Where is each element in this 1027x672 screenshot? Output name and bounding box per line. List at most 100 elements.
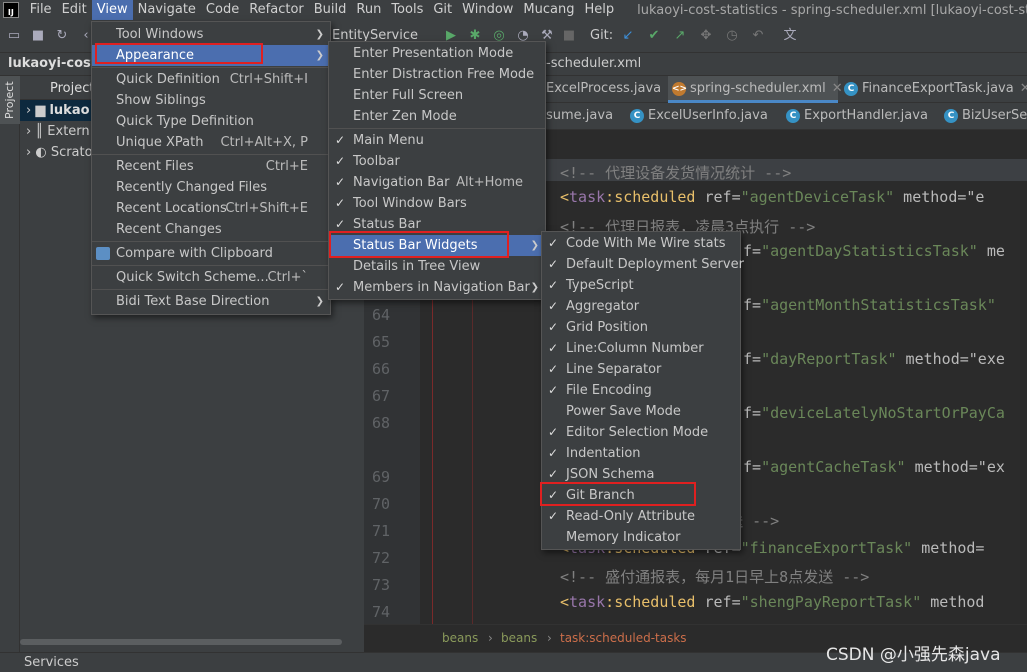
sync-icon[interactable]: ↻ [54,28,70,44]
menu-item-default-deployment-server[interactable]: ✓ Default Deployment Server [542,254,744,275]
open-folder-icon[interactable]: ▭ [6,28,22,44]
save-icon[interactable]: ■ [30,28,46,44]
menu-item-navigation-bar[interactable]: ✓ Navigation Bar Alt+Home [329,172,545,193]
menu-item-recent-locations[interactable]: Recent Locations Ctrl+Shift+E [92,198,330,219]
compare-icon [96,247,110,260]
breadcrumb-file[interactable]: -scheduler.xml [546,56,641,71]
editor-tab[interactable]: CBizUserServ [940,103,1027,130]
breadcrumb-item[interactable]: beans [501,631,537,645]
git-compare-icon[interactable]: ✥ [698,28,714,44]
menu-item-tool-windows[interactable]: Tool Windows ❯ [92,24,330,45]
git-commit-icon[interactable]: ✔ [646,28,662,44]
menu-git[interactable]: Git [428,0,457,20]
left-tool-window-bar: Project [0,76,20,652]
menu-item-tool-window-bars[interactable]: ✓ Tool Window Bars [329,193,545,214]
menu-item-label: Editor Selection Mode [566,425,709,440]
editor-tab[interactable]: C ExcelUserInfo.java [626,103,768,130]
menu-item-quick-type-definition[interactable]: Quick Type Definition [92,111,330,132]
close-tab-icon[interactable]: ✕ [1020,81,1027,96]
menu-item-read-only-attribute[interactable]: ✓ Read-Only Attribute [542,506,740,527]
menu-item-recently-changed-files[interactable]: Recently Changed Files [92,177,330,198]
menu-item-code-with-me-wire-stats[interactable]: ✓ Code With Me Wire stats [542,233,740,254]
menu-item-grid-position[interactable]: ✓ Grid Position [542,317,740,338]
checkmark-icon: ✓ [548,236,559,250]
breadcrumb-item[interactable]: beans [442,631,478,645]
git-rollback-icon[interactable]: ↶ [750,28,766,44]
menu-build[interactable]: Build [309,0,352,20]
menu-item-quick-definition[interactable]: Quick Definition Ctrl+Shift+I [92,69,330,90]
menu-item-details-in-tree-view[interactable]: Details in Tree View [329,256,545,277]
git-update-icon[interactable]: ↙ [620,28,636,44]
menu-item-recent-changes[interactable]: Recent Changes [92,219,330,240]
stop-icon[interactable]: ■ [561,28,577,44]
menu-item-shortcut: Ctrl+Alt+X, P [220,135,308,150]
menu-navigate[interactable]: Navigate [133,0,201,20]
menu-item-members-in-navigation-bar[interactable]: ✓ Members in Navigation Bar ❯ [329,277,545,298]
menu-item-bidi-text-base-direction[interactable]: Bidi Text Base Direction ❯ [92,291,330,312]
scratch-icon: › ◐ [26,145,51,160]
menu-refactor[interactable]: Refactor [244,0,309,20]
menu-item-git-branch[interactable]: ✓ Git Branch [542,485,740,506]
scrollbar-thumb[interactable] [20,639,342,645]
menu-item-label: Line:Column Number [566,341,704,356]
status-bar-widgets-submenu: ✓ Code With Me Wire stats ✓ Default Deploym… [541,231,744,550]
menu-item-line-column-number[interactable]: ✓ Line:Column Number [542,338,740,359]
breadcrumb-item[interactable]: task:scheduled-tasks [560,631,687,645]
menu-item-editor-selection-mode[interactable]: ✓ Editor Selection Mode [542,422,740,443]
menu-item-appearance[interactable]: Appearance ❯ [92,45,330,66]
menu-file[interactable]: File [25,0,57,20]
translate-icon[interactable]: 文 [782,28,798,44]
menu-tools[interactable]: Tools [386,0,428,20]
menu-item-status-bar[interactable]: ✓ Status Bar [329,214,545,235]
menu-code[interactable]: Code [201,0,244,20]
menu-item-file-encoding[interactable]: ✓ File Encoding [542,380,740,401]
editor-tab[interactable]: C ExportHandler.java [782,103,928,130]
menu-item-typescript[interactable]: ✓ TypeScript [542,275,740,296]
editor-tab-active[interactable]: <> spring-scheduler.xml ✕ [668,76,843,103]
menu-item-json-schema[interactable]: ✓ JSON Schema [542,464,740,485]
appearance-submenu: Enter Presentation Mode Enter Distraction… [328,41,546,300]
menu-item-status-bar-widgets[interactable]: Status Bar Widgets ❯ [329,235,545,256]
menu-item-label: Members in Navigation Bar [353,280,530,295]
menu-item-line-separator[interactable]: ✓ Line Separator [542,359,740,380]
menu-item-enter-distraction-free-mode[interactable]: Enter Distraction Free Mode [329,64,545,85]
menu-item-power-save-mode[interactable]: Power Save Mode [542,401,740,422]
menu-item-show-siblings[interactable]: Show Siblings [92,90,330,111]
menu-item-label: Main Menu [353,133,424,148]
menu-item-toolbar[interactable]: ✓ Toolbar [329,151,545,172]
project-tool-tab[interactable]: Project [0,76,20,124]
menu-item-label: Indentation [566,446,641,461]
menu-item-indentation[interactable]: ✓ Indentation [542,443,740,464]
expand-arrow-icon[interactable]: › ▆ [26,103,49,118]
menu-item-label: Quick Switch Scheme... [116,270,269,285]
menu-window[interactable]: Window [457,0,518,20]
menu-item-enter-full-screen[interactable]: Enter Full Screen [329,85,545,106]
line-number: 68 [371,414,390,432]
line-number: 74 [371,603,390,621]
editor-tab[interactable]: C FinanceExportTask.java ✕ [840,76,1027,103]
menu-item-quick-switch-scheme[interactable]: Quick Switch Scheme... Ctrl+` [92,267,330,288]
git-history-icon[interactable]: ◷ [724,28,740,44]
menu-item-recent-files[interactable]: Recent Files Ctrl+E [92,156,330,177]
menu-view[interactable]: View [91,0,133,20]
menu-separator [92,67,330,68]
menu-item-main-menu[interactable]: ✓ Main Menu [329,130,545,151]
horizontal-scrollbar[interactable] [20,638,364,646]
menu-item-enter-zen-mode[interactable]: Enter Zen Mode [329,106,545,127]
menu-item-unique-xpath[interactable]: Unique XPath Ctrl+Alt+X, P [92,132,330,153]
menu-item-label: Status Bar Widgets [353,238,478,253]
menu-item-enter-presentation-mode[interactable]: Enter Presentation Mode [329,43,545,64]
services-tab[interactable]: Services [24,655,79,670]
checkmark-icon: ✓ [548,467,559,481]
menu-help[interactable]: Help [579,0,619,20]
menu-item-shortcut: Ctrl+E [265,159,308,174]
menu-item-aggregator[interactable]: ✓ Aggregator [542,296,740,317]
git-push-icon[interactable]: ↗ [672,28,688,44]
menu-item-compare-with-clipboard[interactable]: Compare with Clipboard [92,243,330,264]
menu-separator [329,128,545,129]
menu-item-memory-indicator[interactable]: Memory Indicator [542,527,740,548]
menu-edit[interactable]: Edit [57,0,92,20]
menu-run[interactable]: Run [351,0,386,20]
menu-mucang[interactable]: Mucang [518,0,579,20]
checkmark-icon: ✓ [548,446,559,460]
